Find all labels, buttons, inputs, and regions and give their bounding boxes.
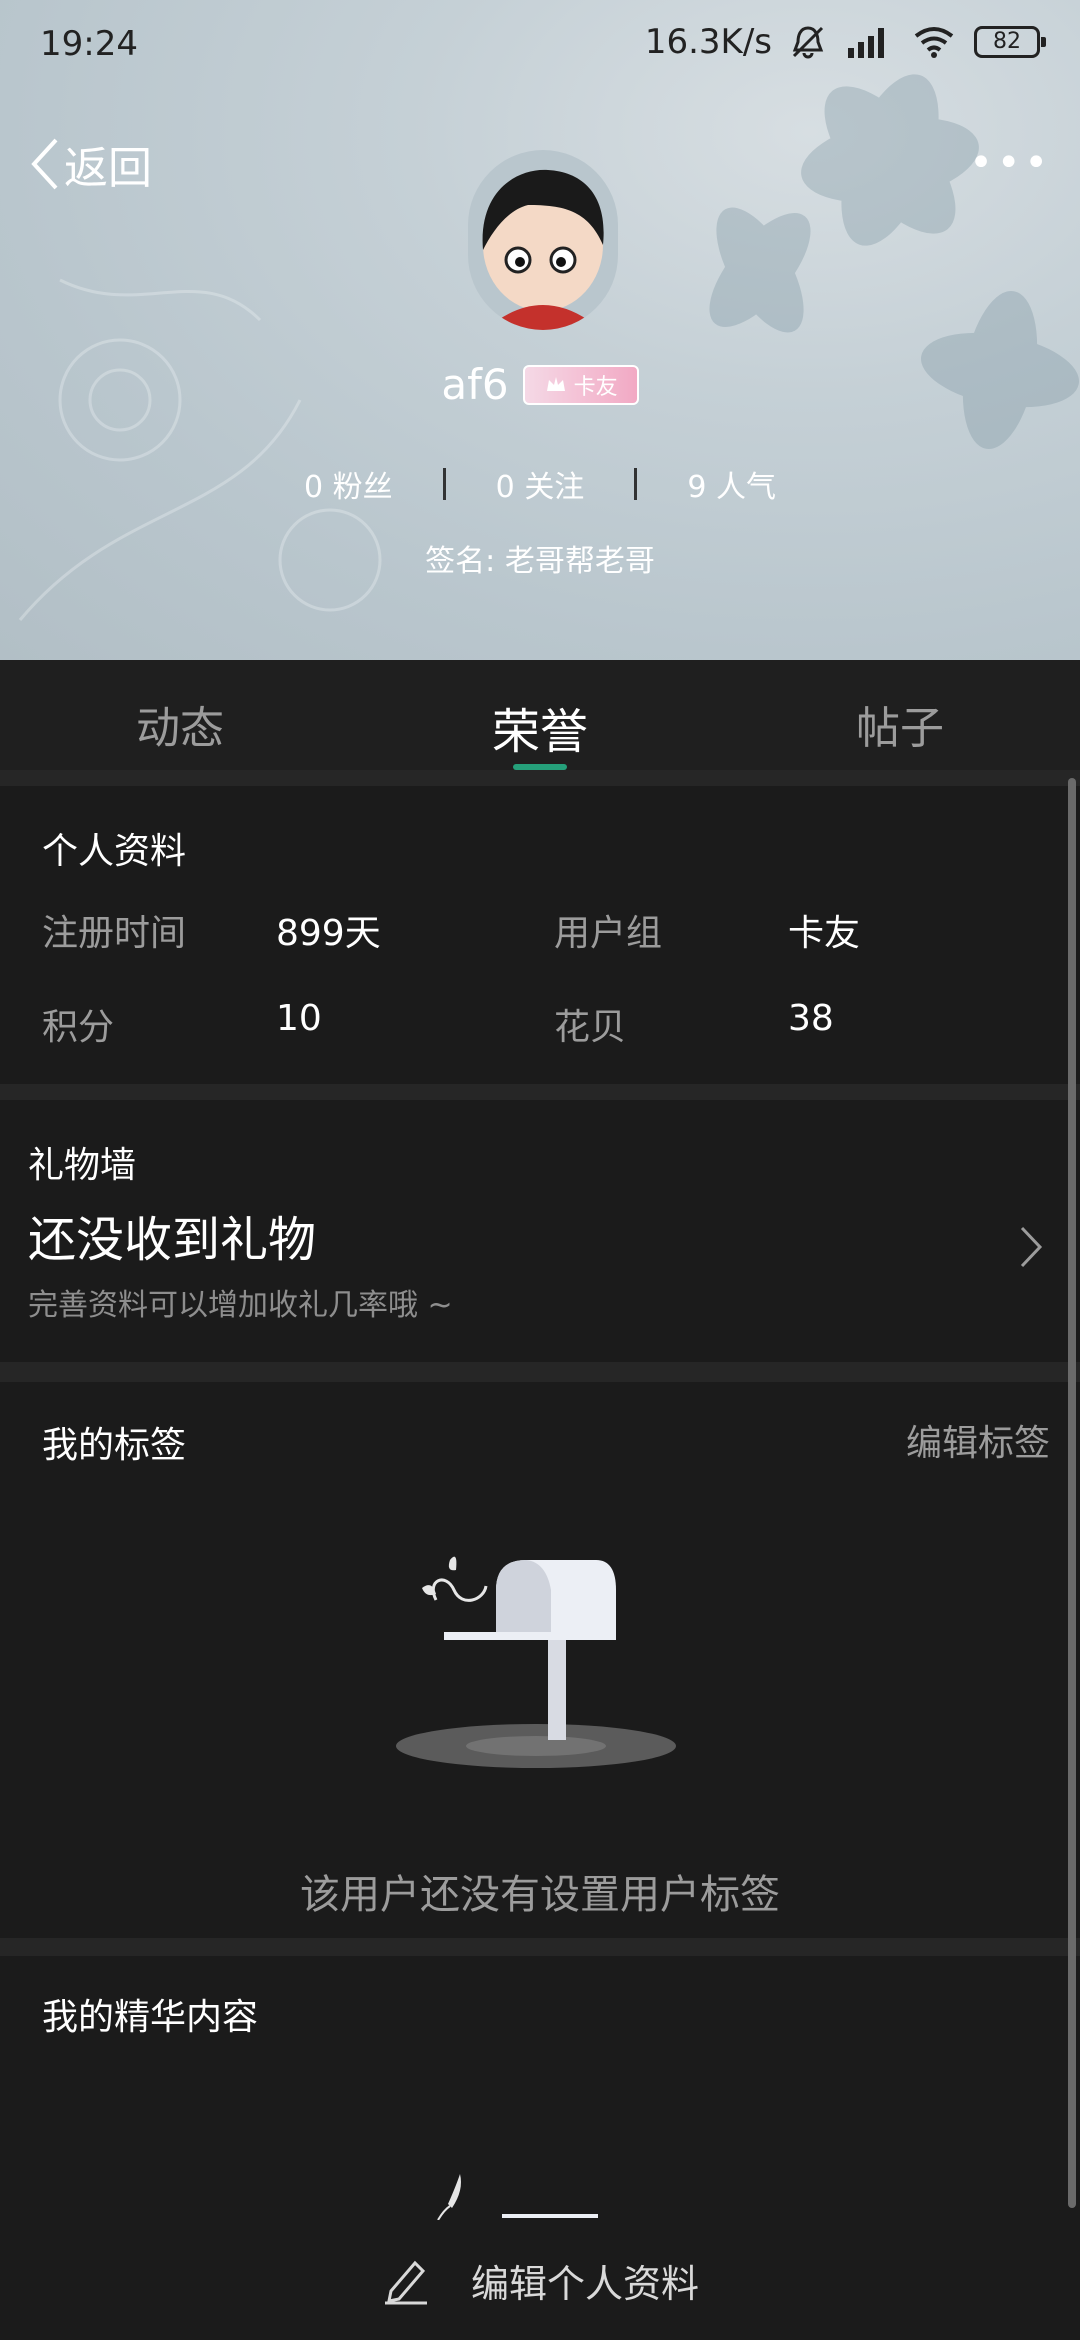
featured-section: 我的精华内容 [0, 1956, 1080, 2220]
stat-fans[interactable]: 0 粉丝 [304, 462, 393, 506]
username: af6 [441, 360, 509, 409]
section-divider [0, 1938, 1080, 1956]
stat-popularity-value: 9 [687, 470, 707, 505]
stat-popularity-label: 人气 [715, 470, 776, 505]
user-group-value: 卡友 [788, 913, 861, 954]
more-button[interactable]: ••• [969, 140, 1052, 186]
divider [442, 468, 446, 500]
username-row: af6 卡友 [0, 360, 1080, 409]
register-time-value: 899天 [276, 913, 381, 954]
huabei-label: 花贝 [554, 1007, 627, 1048]
featured-title: 我的精华内容 [42, 1997, 259, 2038]
tags-section: 我的标签 编辑标签 该用户还没有设置用户标签 [0, 1382, 1080, 1938]
signal-icon [848, 28, 884, 58]
badge-label: 卡友 [573, 374, 618, 400]
huabei-value: 38 [788, 998, 834, 1039]
mute-bell-icon [792, 26, 824, 59]
user-group-badge: 卡友 [522, 364, 639, 405]
floral-background-icon [709, 74, 1080, 450]
stat-popularity: 9 人气 [687, 462, 776, 506]
empty-mailbox-icon [396, 1556, 676, 1768]
pencil-icon [384, 2260, 427, 2305]
tab-posts[interactable]: 帖子 [720, 660, 1080, 770]
back-button[interactable]: 返回 [24, 132, 152, 196]
points-value: 10 [276, 998, 322, 1039]
profile-header: 19:24 16.3K/s 82 返回 ••• af6 卡友 0 粉丝 0 关注… [0, 0, 1080, 660]
chevron-left-icon [31, 138, 58, 190]
battery-icon: 82 [974, 26, 1046, 58]
tab-posts-label: 帖子 [856, 703, 944, 754]
tab-honor[interactable]: 荣誉 [360, 660, 720, 770]
network-speed: 16.3K/s [644, 22, 772, 62]
stat-fans-value: 0 [304, 470, 324, 505]
gift-wall-title: 礼物墙 [28, 1145, 137, 1186]
stat-following-label: 关注 [524, 470, 585, 505]
status-bar: 19:24 16.3K/s 82 [0, 0, 1080, 90]
wifi-icon [914, 27, 954, 58]
stats-row: 0 粉丝 0 关注 9 人气 [0, 462, 1080, 506]
gift-wall-section[interactable]: 礼物墙 还没收到礼物 完善资料可以增加收礼几率哦 ~ [0, 1100, 1080, 1362]
back-label: 返回 [64, 143, 152, 194]
tab-bar: 动态 荣誉 帖子 [0, 660, 1080, 770]
profile-info-title: 个人资料 [42, 831, 187, 872]
stat-following[interactable]: 0 关注 [496, 462, 585, 506]
tab-activity[interactable]: 动态 [0, 660, 360, 770]
user-group-label: 用户组 [554, 913, 663, 954]
floral-background-left-icon [18, 278, 382, 621]
register-time-label: 注册时间 [42, 913, 187, 954]
stat-fans-label: 粉丝 [332, 470, 393, 505]
divider [634, 468, 638, 500]
status-icons: 16.3K/s 82 [644, 22, 1046, 62]
signature: 签名: 老哥帮老哥 [425, 544, 655, 579]
featured-empty-illustration-icon [437, 2174, 598, 2220]
crown-icon [546, 376, 565, 391]
section-divider [0, 1084, 1080, 1100]
status-time: 19:24 [40, 24, 138, 64]
stat-following-value: 0 [495, 470, 515, 505]
chevron-right-icon [1020, 1226, 1043, 1268]
gift-empty-hint: 完善资料可以增加收礼几率哦 ~ [28, 1288, 453, 1323]
gift-empty-title: 还没收到礼物 [28, 1212, 317, 1268]
tab-activity-label: 动态 [136, 703, 224, 754]
avatar-cartoon-icon [482, 169, 604, 330]
tab-honor-label: 荣誉 [491, 704, 588, 760]
tags-title: 我的标签 [42, 1425, 187, 1466]
section-divider [0, 770, 1080, 786]
edit-profile-button[interactable]: 编辑个人资料 [0, 2220, 1080, 2340]
tags-empty-text: 该用户还没有设置用户标签 [300, 1872, 780, 1918]
scrollbar[interactable] [1068, 778, 1076, 2208]
points-label: 积分 [42, 1007, 115, 1048]
edit-tags-button[interactable]: 编辑标签 [906, 1414, 1050, 1466]
section-divider [0, 1362, 1080, 1382]
profile-screen: 19:24 16.3K/s 82 返回 ••• af6 卡友 0 粉丝 0 关注… [0, 0, 1080, 2340]
edit-profile-label: 编辑个人资料 [470, 2261, 699, 2306]
avatar[interactable] [468, 150, 618, 330]
profile-info-section: 个人资料 注册时间 899天 用户组 卡友 积分 10 花贝 38 [0, 786, 1080, 1084]
